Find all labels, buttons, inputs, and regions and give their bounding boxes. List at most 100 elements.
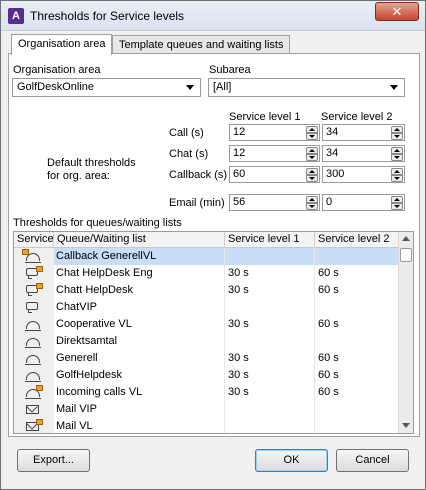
phone-icon (25, 338, 41, 348)
table-row[interactable]: Cooperative VL 30 s 60 s (14, 316, 399, 333)
sl2-cell[interactable]: 60 s (315, 384, 399, 401)
close-button[interactable]: ✕ (375, 2, 419, 21)
sl1-cell[interactable] (225, 248, 315, 265)
spin-up-icon[interactable] (391, 168, 403, 175)
tab-template-queues[interactable]: Template queues and waiting lists (112, 35, 291, 54)
org-area-value: GolfDeskOnline (17, 81, 95, 93)
table-row[interactable]: Callback GenerellVL (14, 248, 399, 265)
sl1-cell[interactable] (225, 333, 315, 350)
sl1-cell[interactable]: 30 s (225, 367, 315, 384)
sl1-cell[interactable]: 30 s (225, 282, 315, 299)
call-sl1-value: 12 (233, 126, 246, 138)
service-cell (14, 418, 54, 433)
call-sl2-value: 34 (326, 126, 339, 138)
sl2-cell[interactable]: 60 s (315, 367, 399, 384)
sl2-cell[interactable] (315, 333, 399, 350)
cooperative-phone-icon (25, 321, 41, 331)
sl2-cell[interactable] (315, 401, 399, 418)
email-sl2-value: 0 (326, 196, 333, 208)
header-sl2[interactable]: Service level 2 (315, 232, 399, 248)
spin-down-icon[interactable] (391, 203, 403, 210)
service-cell (14, 248, 54, 265)
spin-up-icon[interactable] (391, 196, 403, 203)
org-area-label: Organisation area (13, 64, 101, 76)
sl2-cell[interactable]: 60 s (315, 265, 399, 282)
spin-down-icon[interactable] (306, 203, 318, 210)
table-row[interactable]: Mail VIP (14, 401, 399, 418)
table-row[interactable]: Incoming calls VL 30 s 60 s (14, 384, 399, 401)
queue-name: Incoming calls VL (54, 384, 225, 401)
scroll-down-icon[interactable] (402, 423, 410, 428)
table-row[interactable]: Chat HelpDesk Eng 30 s 60 s (14, 265, 399, 282)
spin-up-icon[interactable] (391, 126, 403, 133)
table-row[interactable]: Mail VL (14, 418, 399, 433)
sl2-cell[interactable]: 60 s (315, 350, 399, 367)
sl1-column-header: Service level 1 (229, 111, 301, 123)
table-row[interactable]: Generell 30 s 60 s (14, 350, 399, 367)
header-sl1[interactable]: Service level 1 (225, 232, 315, 248)
scroll-thumb[interactable] (400, 248, 412, 262)
sl1-cell[interactable]: 30 s (225, 316, 315, 333)
spin-down-icon[interactable] (391, 175, 403, 182)
spin-down-icon[interactable] (306, 175, 318, 182)
chat-sl2-spinner[interactable]: 34 (322, 145, 405, 162)
spin-up-icon[interactable] (306, 126, 318, 133)
spin-up-icon[interactable] (306, 147, 318, 154)
table-row[interactable]: GolfHelpdesk 30 s 60 s (14, 367, 399, 384)
service-cell (14, 384, 54, 401)
vertical-scrollbar[interactable] (398, 232, 413, 433)
sl2-cell[interactable] (315, 299, 399, 316)
spin-down-icon[interactable] (391, 133, 403, 140)
table-row[interactable]: ChatVIP (14, 299, 399, 316)
spin-down-icon[interactable] (391, 154, 403, 161)
ok-button[interactable]: OK (255, 449, 328, 472)
spin-down-icon[interactable] (306, 154, 318, 161)
subarea-select[interactable]: [All] (208, 78, 405, 97)
table-row[interactable]: Chatt HelpDesk 30 s 60 s (14, 282, 399, 299)
sl1-cell[interactable] (225, 401, 315, 418)
spin-up-icon[interactable] (306, 168, 318, 175)
email-sl1-spinner[interactable]: 56 (229, 194, 320, 211)
email-label: Email (min) (169, 197, 225, 209)
sl1-cell[interactable] (225, 299, 315, 316)
chat-badge-icon (36, 283, 43, 289)
chat-icon (26, 302, 38, 313)
chat-label: Chat (s) (169, 148, 209, 160)
org-area-select[interactable]: GolfDeskOnline (12, 78, 201, 97)
sl2-cell[interactable] (315, 418, 399, 433)
chat-sl1-spinner[interactable]: 12 (229, 145, 320, 162)
table-row[interactable]: Direktsamtal (14, 333, 399, 350)
email-sl2-spinner[interactable]: 0 (322, 194, 405, 211)
spin-up-icon[interactable] (306, 196, 318, 203)
spin-up-icon[interactable] (391, 147, 403, 154)
sl2-cell[interactable] (315, 248, 399, 265)
sl2-cell[interactable]: 60 s (315, 282, 399, 299)
sl1-cell[interactable]: 30 s (225, 350, 315, 367)
queue-name: Chatt HelpDesk (54, 282, 225, 299)
service-cell (14, 401, 54, 418)
scroll-up-icon[interactable] (402, 236, 410, 241)
spin-down-icon[interactable] (306, 133, 318, 140)
header-service[interactable]: Service (14, 232, 54, 248)
sl2-cell[interactable]: 60 s (315, 316, 399, 333)
queue-name: ChatVIP (54, 299, 225, 316)
sl1-cell[interactable]: 30 s (225, 265, 315, 282)
call-sl1-spinner[interactable]: 12 (229, 124, 320, 141)
tab-organisation-area[interactable]: Organisation area (11, 34, 113, 55)
header-queue[interactable]: Queue/Waiting list (54, 232, 225, 248)
subarea-value: [All] (213, 81, 232, 93)
service-cell (14, 282, 54, 299)
cancel-button[interactable]: Cancel (336, 449, 409, 472)
dialog-window: A Thresholds for Service levels ✕ Organi… (0, 0, 426, 490)
sl1-cell[interactable] (225, 418, 315, 433)
default-thresholds-caption-2: for org. area: (47, 170, 110, 182)
phone-icon (25, 372, 41, 382)
service-cell (14, 333, 54, 350)
callback-label: Callback (s) (169, 169, 228, 181)
callback-sl1-spinner[interactable]: 60 (229, 166, 320, 183)
callback-sl2-spinner[interactable]: 300 (322, 166, 405, 183)
call-sl2-spinner[interactable]: 34 (322, 124, 405, 141)
export-button[interactable]: Export... (17, 449, 90, 472)
chevron-down-icon (390, 85, 398, 90)
sl1-cell[interactable]: 30 s (225, 384, 315, 401)
